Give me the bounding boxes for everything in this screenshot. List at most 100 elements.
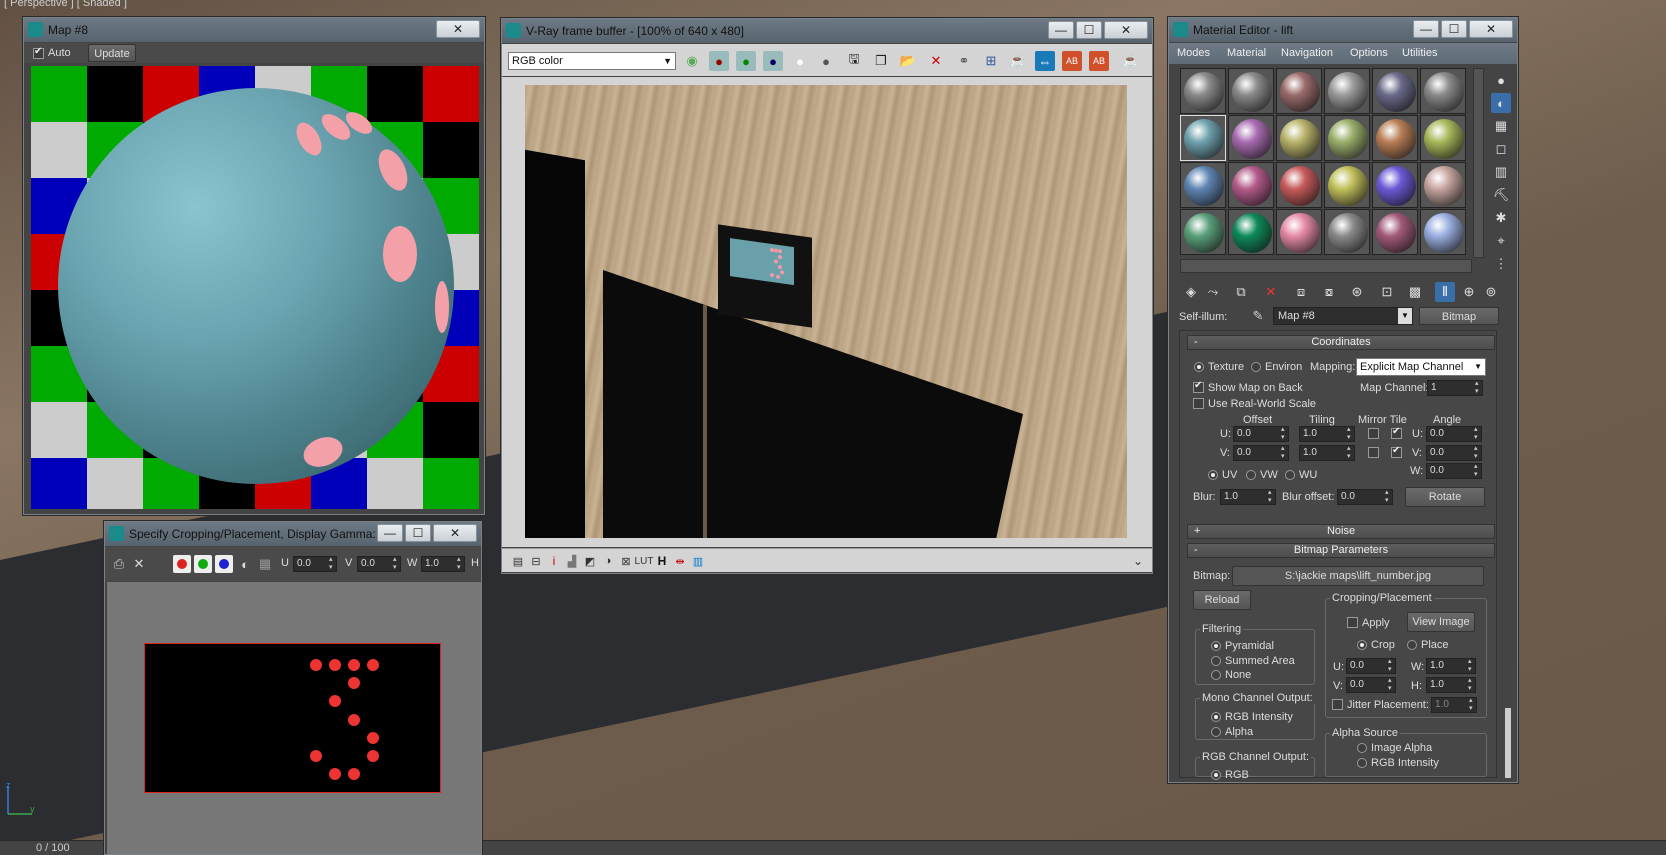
material-sample-slot[interactable] (1372, 68, 1418, 114)
video-color-icon[interactable]: ▥ (1491, 162, 1511, 182)
none-radio[interactable] (1211, 670, 1221, 680)
crop-v-spinner[interactable]: 0.0 (1346, 677, 1396, 693)
material-sample-slot[interactable] (1372, 162, 1418, 208)
image-alpha-radio[interactable] (1357, 743, 1367, 753)
histogram-button[interactable]: H (652, 551, 672, 571)
save-icon[interactable]: 🖫 (844, 51, 864, 71)
alpha-rgb-intensity-radio[interactable] (1357, 758, 1367, 768)
u-tiling-spinner[interactable]: 1.0 (1299, 426, 1355, 442)
lut-button[interactable]: LUT (634, 551, 654, 571)
ab-split-icon[interactable]: AB (1089, 51, 1109, 71)
blur-spinner[interactable]: 1.0 (1220, 489, 1276, 505)
menu-utilities[interactable]: Utilities (1402, 47, 1437, 59)
render-info-icon[interactable]: ⊟ (526, 551, 546, 571)
map-type-button[interactable]: Bitmap (1419, 307, 1499, 325)
history-icon[interactable]: ▤ (508, 551, 528, 571)
levels-icon[interactable]: ▟ (562, 551, 582, 571)
v-offset-spinner[interactable]: 0.0 (1233, 445, 1289, 461)
coordinates-rollout-header[interactable]: - Coordinates (1187, 335, 1495, 350)
chevron-down-icon[interactable]: ▼ (1398, 308, 1412, 324)
minimize-button[interactable]: — (377, 524, 403, 542)
vray-titlebar[interactable]: V-Ray frame buffer - [100% of 640 x 480]… (502, 19, 1152, 43)
render-teapot-icon[interactable]: ☕ (1008, 51, 1028, 71)
show-map-on-back-checkbox[interactable] (1193, 380, 1204, 393)
material-editor-titlebar[interactable]: Material Editor - lift — ☐ ✕ (1169, 18, 1517, 42)
v-tile-checkbox[interactable] (1391, 445, 1402, 458)
rendered-image[interactable] (525, 85, 1127, 538)
menu-options[interactable]: Options (1350, 47, 1388, 59)
u-angle-spinner[interactable]: 0.0 (1426, 426, 1482, 442)
close-button[interactable]: ✕ (1104, 21, 1148, 39)
curve-icon[interactable]: ⊠ (616, 551, 636, 571)
close-button[interactable]: ✕ (1469, 20, 1513, 38)
menu-navigation[interactable]: Navigation (1281, 47, 1333, 59)
select-by-material-icon[interactable]: ⌖ (1491, 231, 1511, 251)
map-channel-spinner[interactable]: 1 (1427, 380, 1483, 396)
auto-checkbox[interactable] (33, 46, 44, 59)
maximize-button[interactable]: ☐ (1076, 21, 1102, 39)
red-channel-icon[interactable]: ● (709, 51, 729, 71)
menu-material[interactable]: Material (1227, 47, 1266, 59)
material-sample-slot[interactable] (1228, 162, 1274, 208)
w-angle-spinner[interactable]: 0.0 (1426, 463, 1482, 479)
noise-rollout-header[interactable]: + Noise (1187, 524, 1495, 539)
material-sample-slot[interactable] (1276, 162, 1322, 208)
put-to-library-icon[interactable]: ⊛ (1347, 282, 1367, 302)
blur-offset-spinner[interactable]: 0.0 (1337, 489, 1393, 505)
u-spinner[interactable]: 0.0 (293, 556, 337, 572)
link-icon[interactable]: ⇔ (1035, 51, 1055, 71)
apply-checkbox[interactable] (1347, 617, 1358, 628)
maximize-button[interactable]: ☐ (1441, 20, 1467, 38)
minimize-button[interactable]: — (1048, 21, 1074, 39)
u-tile-checkbox[interactable] (1391, 426, 1402, 439)
update-button[interactable]: Update (88, 44, 136, 62)
reset-map-icon[interactable]: ✕ (1261, 282, 1281, 302)
go-forward-sibling-icon[interactable]: ⊚ (1481, 282, 1501, 302)
expand-icon[interactable]: ⌄ (1128, 551, 1148, 571)
summed-area-radio[interactable] (1211, 656, 1221, 666)
region-render-icon[interactable]: ⊞ (981, 51, 1001, 71)
make-preview-icon[interactable]: ⛏ (1491, 185, 1511, 205)
w-spinner[interactable]: 1.0 (421, 556, 465, 572)
pyramidal-radio[interactable] (1211, 641, 1221, 651)
material-sample-slot[interactable] (1276, 209, 1322, 255)
material-sample-slot[interactable] (1180, 68, 1226, 114)
place-radio[interactable] (1407, 640, 1417, 650)
bitmap-params-rollout-header[interactable]: - Bitmap Parameters (1187, 543, 1495, 558)
red-channel-button[interactable] (173, 555, 191, 573)
slots-horizontal-scrollbar[interactable] (1180, 259, 1472, 273)
map8-titlebar[interactable]: Map #8 ✕ (24, 18, 484, 42)
material-sample-slot[interactable] (1372, 209, 1418, 255)
uv-radio[interactable] (1208, 470, 1218, 480)
alpha-radio[interactable] (1211, 727, 1221, 737)
crop-radio[interactable] (1357, 640, 1367, 650)
material-sample-slot[interactable] (1420, 162, 1466, 208)
mono-icon[interactable]: ◐ (237, 555, 253, 573)
options-icon[interactable]: ✱ (1491, 208, 1511, 228)
eyedropper-icon[interactable]: ✎ (1249, 307, 1267, 325)
material-sample-slot[interactable] (1324, 209, 1370, 255)
exposure-icon[interactable]: ◑ (598, 551, 618, 571)
rotate-button[interactable]: Rotate (1405, 487, 1485, 507)
crop-u-spinner[interactable]: 0.0 (1346, 658, 1396, 674)
material-sample-slot[interactable] (1276, 68, 1322, 114)
v-mirror-checkbox[interactable] (1368, 447, 1379, 458)
green-channel-icon[interactable]: ● (736, 51, 756, 71)
texture-radio[interactable] (1194, 362, 1204, 372)
track-mouse-icon[interactable]: ⚭ (954, 51, 974, 71)
menu-modes[interactable]: Modes (1177, 47, 1210, 59)
close-button[interactable]: ✕ (436, 20, 480, 38)
render-teapot-icon[interactable]: ☕ (1121, 51, 1141, 71)
ab-compare-icon[interactable]: AB (1062, 51, 1082, 71)
blue-channel-button[interactable] (215, 555, 233, 573)
crop-w-spinner[interactable]: 1.0 (1426, 658, 1476, 674)
close-x-icon[interactable]: ✕ (129, 554, 149, 574)
material-sample-slot[interactable] (1180, 209, 1226, 255)
green-channel-button[interactable] (194, 555, 212, 573)
sample-type-icon[interactable]: ● (1491, 70, 1511, 90)
show-map-icon[interactable]: ▩ (1405, 282, 1425, 302)
pixel-aspect-icon[interactable]: ⇹ (670, 551, 690, 571)
alpha-channel-icon[interactable]: ● (790, 51, 810, 71)
blue-channel-icon[interactable]: ● (763, 51, 783, 71)
uv-tiling-icon[interactable]: ◻ (1491, 139, 1511, 159)
